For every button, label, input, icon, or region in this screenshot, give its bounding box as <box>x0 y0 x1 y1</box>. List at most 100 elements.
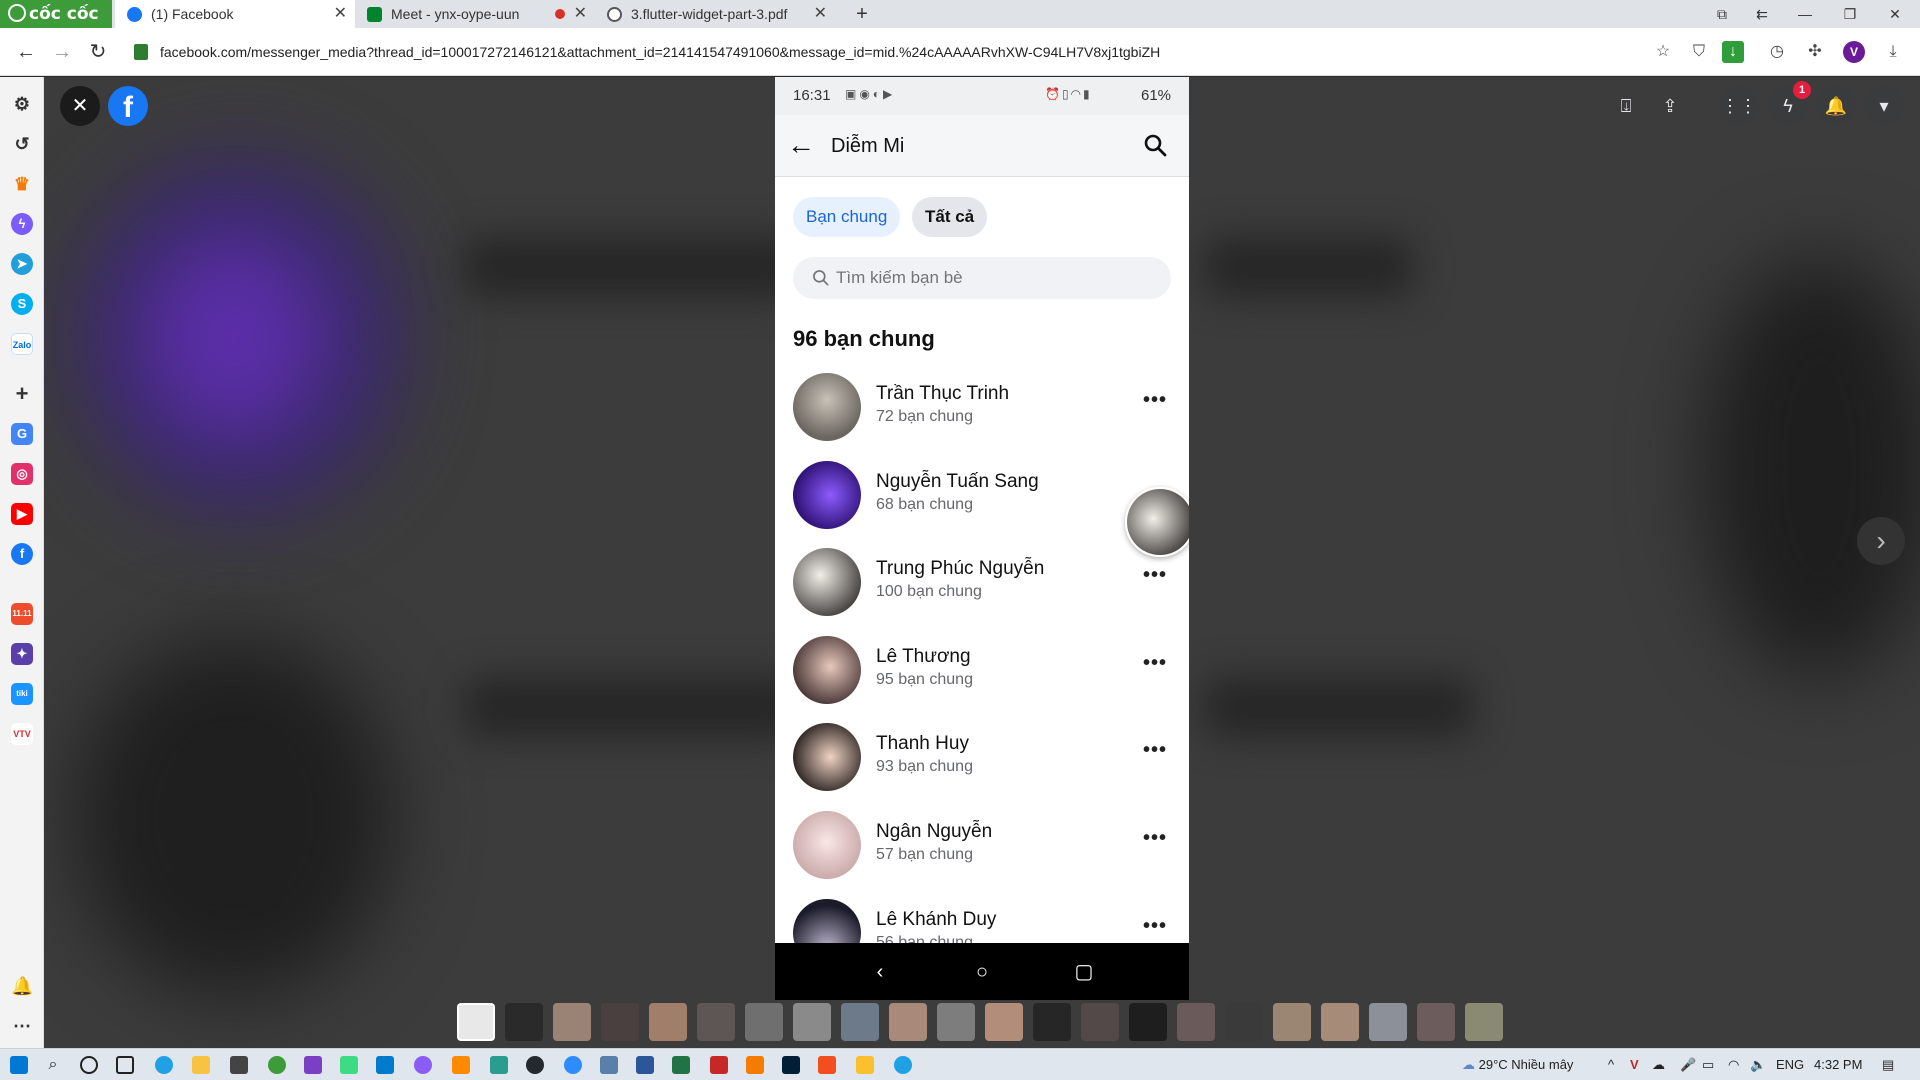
friend-name[interactable]: Trần Thục Trinh <box>876 383 1009 405</box>
clock[interactable]: 4:32 PM <box>1814 1057 1862 1072</box>
photoshop-icon[interactable] <box>782 1056 800 1074</box>
add-panel-icon[interactable]: + <box>11 383 33 405</box>
language-indicator[interactable]: ENG <box>1776 1057 1804 1072</box>
avatar[interactable] <box>793 548 861 616</box>
volume-icon[interactable]: 🔈 <box>1750 1057 1766 1073</box>
vscode-icon[interactable] <box>376 1056 394 1074</box>
friend-name[interactable]: Thanh Huy <box>876 733 969 755</box>
app-icon[interactable] <box>600 1056 618 1074</box>
back-arrow-icon[interactable]: ← <box>787 131 815 159</box>
avatar[interactable] <box>793 461 861 529</box>
network-icon[interactable]: ☁ <box>1652 1057 1665 1073</box>
visual-studio-icon[interactable] <box>304 1056 322 1074</box>
notification-bell-icon[interactable]: 🔔 <box>11 975 33 997</box>
secure-lock-icon[interactable] <box>134 44 148 60</box>
shield-icon[interactable]: ⛉ <box>1688 41 1710 63</box>
facebook-sidebar-icon[interactable]: f <box>11 543 33 565</box>
word-icon[interactable] <box>636 1056 654 1074</box>
thumbnail[interactable] <box>1081 1003 1119 1041</box>
friend-name[interactable]: Nguyễn Tuấn Sang <box>876 471 1039 493</box>
settings-gear-icon[interactable]: ⚙ <box>11 93 33 115</box>
minimize-button[interactable]: — <box>1783 0 1827 28</box>
search-icon[interactable]: ⌕ <box>44 1056 62 1074</box>
thumbnail[interactable] <box>1369 1003 1407 1041</box>
thumbnail[interactable] <box>793 1003 831 1041</box>
friend-row[interactable]: Trần Thục Trinh 72 bạn chung ••• <box>775 369 1189 449</box>
android-studio-icon[interactable] <box>340 1056 358 1074</box>
game-icon[interactable]: ✦ <box>11 643 33 665</box>
microphone-icon[interactable]: 🎤 <box>1680 1057 1696 1073</box>
close-window-button[interactable]: ✕ <box>1873 0 1917 28</box>
thumbnail[interactable] <box>1177 1003 1215 1041</box>
thumbnail[interactable] <box>601 1003 639 1041</box>
notifications-button-icon[interactable]: 🔔 <box>1816 86 1856 126</box>
friend-search-input[interactable]: Tìm kiếm bạn bè <box>793 257 1171 299</box>
thumbnail[interactable] <box>1321 1003 1359 1041</box>
edge-icon[interactable] <box>155 1056 173 1074</box>
account-menu-chevron-icon[interactable]: ▾ <box>1864 86 1904 126</box>
app-icon[interactable] <box>856 1056 874 1074</box>
thumbnail[interactable] <box>1225 1003 1263 1041</box>
weather-status[interactable]: ☁ 29°C Nhiều mây <box>1462 1057 1573 1073</box>
share-icon[interactable]: ⇪ <box>1658 94 1682 118</box>
more-options-icon[interactable]: ••• <box>1143 739 1167 762</box>
edge-dev-icon[interactable] <box>894 1056 912 1074</box>
next-media-button[interactable]: › <box>1857 517 1905 565</box>
url-field[interactable]: facebook.com/messenger_media?thread_id=1… <box>160 44 1160 60</box>
cortana-icon[interactable] <box>80 1056 98 1074</box>
facebook-logo-icon[interactable]: f <box>108 86 148 126</box>
friend-row[interactable]: Ngân Nguyễn 57 bạn chung ••• <box>775 807 1189 887</box>
thumbnail[interactable] <box>1465 1003 1503 1041</box>
screen-capture-icon[interactable]: ⧉ <box>1700 0 1744 28</box>
more-options-icon[interactable]: ••• <box>1143 827 1167 850</box>
nav-home-icon[interactable]: ○ <box>969 959 995 985</box>
avatar[interactable] <box>793 811 861 879</box>
nav-back-icon[interactable]: ‹ <box>867 959 893 985</box>
thumbnail[interactable] <box>457 1003 495 1041</box>
telegram-icon[interactable]: ➤ <box>11 253 33 275</box>
nav-recents-icon[interactable]: ▢ <box>1071 959 1097 985</box>
thumbnail[interactable] <box>937 1003 975 1041</box>
friend-name[interactable]: Ngân Nguyễn <box>876 821 992 843</box>
thumbnail[interactable] <box>1273 1003 1311 1041</box>
app-icon[interactable] <box>452 1056 470 1074</box>
download-media-icon[interactable]: ⍗ <box>1614 94 1638 118</box>
friend-name[interactable]: Lê Thương <box>876 646 971 668</box>
excel-icon[interactable] <box>672 1056 690 1074</box>
mail-icon[interactable] <box>230 1056 248 1074</box>
skype-icon[interactable]: S <box>11 293 33 315</box>
chip-all[interactable]: Tất cả <box>912 197 988 237</box>
coccoc-brand[interactable]: cốc cốc <box>0 0 112 28</box>
more-options-icon[interactable]: ••• <box>1143 564 1167 587</box>
reload-button[interactable]: ↻ <box>86 40 110 64</box>
tray-chevron-icon[interactable]: ^ <box>1608 1057 1614 1072</box>
avatar[interactable] <box>793 373 861 441</box>
tab-facebook[interactable]: (1) Facebook ✕ <box>115 0 355 28</box>
more-options-icon[interactable]: ••• <box>1143 389 1167 412</box>
thumbnail[interactable] <box>649 1003 687 1041</box>
thumbnail[interactable] <box>889 1003 927 1041</box>
google-translate-icon[interactable]: G <box>11 423 33 445</box>
close-viewer-button[interactable]: ✕ <box>60 86 100 126</box>
crown-icon[interactable]: ♛ <box>11 173 33 195</box>
figma-icon[interactable] <box>818 1056 836 1074</box>
thumbnail[interactable] <box>1033 1003 1071 1041</box>
downloads-icon[interactable]: ⤓ <box>1882 41 1904 63</box>
github-icon[interactable] <box>526 1056 544 1074</box>
youtube-icon[interactable]: ▶ <box>11 503 33 525</box>
shopee-icon[interactable]: 11.11 <box>11 603 33 625</box>
vietkey-icon[interactable]: V <box>1630 1057 1639 1072</box>
friend-row[interactable]: Thanh Huy 93 bạn chung ••• <box>775 719 1189 799</box>
forward-button[interactable]: → <box>50 40 74 64</box>
chat-head-bubble[interactable] <box>1125 487 1189 557</box>
wifi-icon[interactable]: ◠ <box>1728 1057 1739 1073</box>
app-icon[interactable] <box>710 1056 728 1074</box>
profile-avatar[interactable]: V <box>1843 41 1865 63</box>
zalo-icon[interactable]: Zalo <box>11 333 33 355</box>
restore-button[interactable]: ❐ <box>1828 0 1872 28</box>
friend-row[interactable]: Lê Thương 95 bạn chung ••• <box>775 632 1189 712</box>
avatar[interactable] <box>793 636 861 704</box>
more-options-icon[interactable]: ••• <box>1143 652 1167 675</box>
windows-start-icon[interactable] <box>10 1056 28 1074</box>
thumbnail[interactable] <box>1129 1003 1167 1041</box>
